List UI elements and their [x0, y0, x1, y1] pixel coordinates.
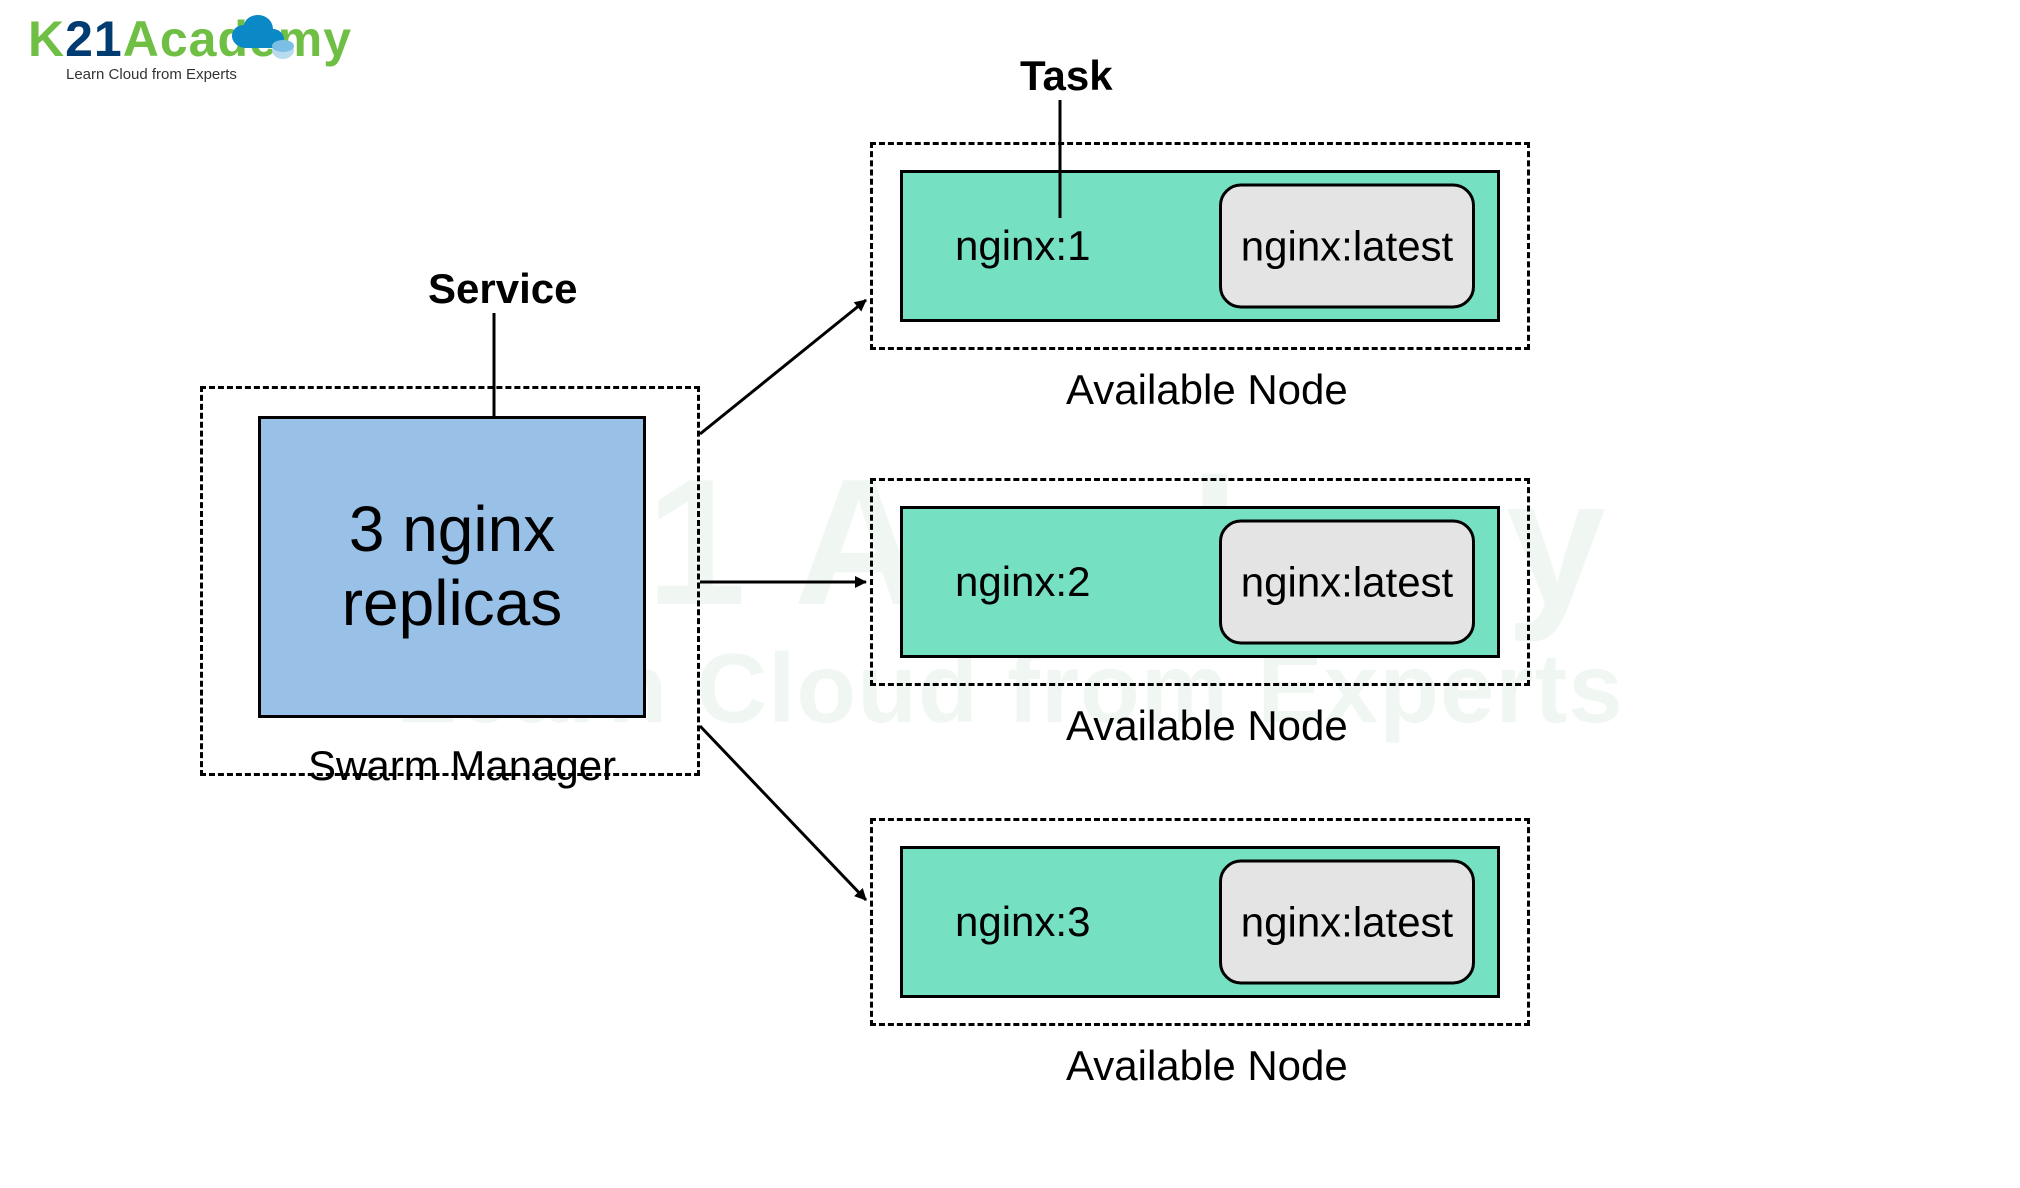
cloud-icon — [228, 14, 298, 66]
node-3-image: nginx:latest — [1219, 860, 1475, 985]
node-2-inner: nginx:2 nginx:latest — [900, 506, 1500, 658]
service-label: Service — [428, 265, 577, 313]
service-box: 3 nginx replicas — [258, 416, 646, 718]
task-label: Task — [1020, 52, 1113, 100]
node-1-caption: Available Node — [1066, 366, 1348, 414]
logo: K21Academy Learn Cloud from Experts — [28, 14, 298, 124]
node-2-image: nginx:latest — [1219, 520, 1475, 645]
node-1-image: nginx:latest — [1219, 184, 1475, 309]
node-2-caption: Available Node — [1066, 702, 1348, 750]
node-1-task: nginx:1 — [955, 222, 1090, 270]
node-3-task: nginx:3 — [955, 898, 1090, 946]
logo-k: K — [28, 11, 65, 67]
node-2-task: nginx:2 — [955, 558, 1090, 606]
service-box-text: 3 nginx replicas — [342, 493, 563, 640]
logo-tagline: Learn Cloud from Experts — [66, 66, 298, 83]
swarm-manager-caption: Swarm Manager — [308, 742, 616, 790]
node-1-inner: nginx:1 nginx:latest — [900, 170, 1500, 322]
logo-21: 21 — [65, 11, 123, 67]
node-3-caption: Available Node — [1066, 1042, 1348, 1090]
node-3-inner: nginx:3 nginx:latest — [900, 846, 1500, 998]
